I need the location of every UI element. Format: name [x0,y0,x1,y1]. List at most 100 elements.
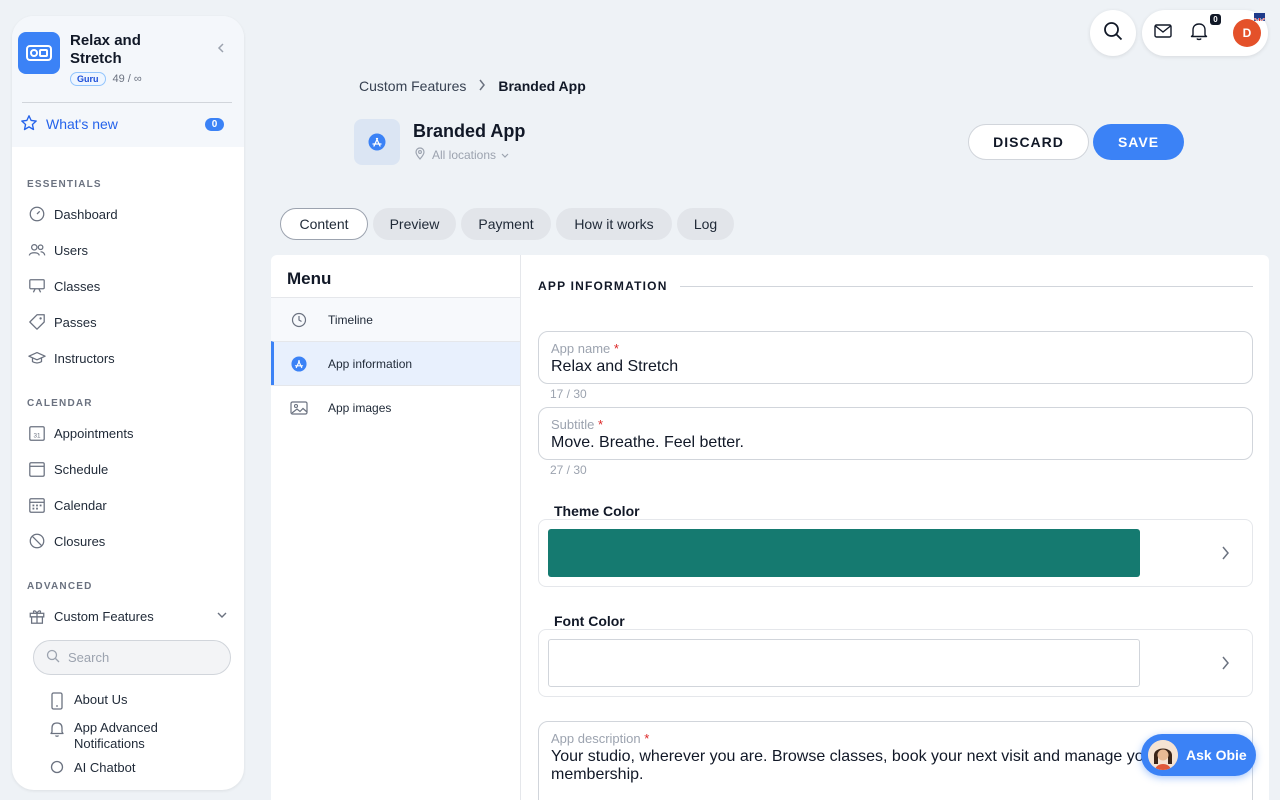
subtitle-field[interactable]: Subtitle * Move. Breathe. Feel better. [538,407,1253,460]
nav-item-appointments[interactable]: 31 Appointments [12,415,244,451]
nav-label: Instructors [54,350,115,366]
location-pin-icon [415,147,425,163]
nav-item-schedule[interactable]: Schedule [12,451,244,487]
app-description-value: Your studio, wherever you are. Browse cl… [551,748,1158,783]
chevron-down-icon [501,148,509,162]
app-name-value: Relax and Stretch [551,358,679,375]
no-entry-icon [27,531,47,551]
gauge-icon [27,204,47,224]
sub-item-app-advanced-notifications[interactable]: App Advanced Notifications [12,720,244,760]
chat-icon [48,760,66,774]
chevron-right-icon [1221,545,1230,566]
sidebar: Relax and Stretch Guru 49 / ∞ What's new… [12,16,244,790]
graduation-cap-icon [27,348,47,368]
discard-button[interactable]: DISCARD [968,124,1089,160]
search-icon [1103,21,1123,46]
required-marker: * [594,417,604,432]
ask-obie-button[interactable]: Ask Obie [1141,734,1256,776]
chevron-down-icon [216,609,228,624]
gift-icon [27,606,47,626]
nav-item-passes[interactable]: Passes [12,304,244,340]
calendar-icon [27,459,47,479]
calendar-31-icon: 31 [27,423,47,443]
menu-item-app-images[interactable]: App images [271,385,520,429]
theme-color-picker[interactable] [538,519,1253,587]
bell-icon [48,720,66,738]
locations-dropdown[interactable]: All locations [415,147,509,163]
locations-label: All locations [432,148,497,162]
tab-content[interactable]: Content [280,208,368,240]
brand-logo-icon [18,32,60,74]
notification-count-badge: 0 [1210,14,1221,25]
font-color-picker[interactable] [538,629,1253,697]
sidebar-search-input[interactable]: Search [33,640,231,675]
sub-item-about-us[interactable]: About Us [12,692,244,720]
app-name-field[interactable]: App name * Relax and Stretch [538,331,1253,384]
menu-item-label: App information [328,356,413,371]
user-avatar[interactable]: D [1233,19,1261,47]
nav-item-instructors[interactable]: Instructors [12,340,244,376]
sub-item-label: About Us [74,692,128,707]
brand-name: Relax and Stretch [70,32,141,67]
theme-color-swatch[interactable] [548,529,1140,577]
nav-label: Calendar [54,497,107,513]
menu-item-timeline[interactable]: Timeline [271,297,520,341]
uk-flag-icon[interactable] [1254,13,1265,21]
menu-item-label: App images [328,400,392,415]
nav-label: Schedule [54,461,109,477]
subtitle-counter: 27 / 30 [550,463,587,477]
whats-new-link[interactable]: What's new 0 [18,103,236,145]
page-title: Branded App [413,121,526,141]
phone-icon [48,692,66,710]
global-search-button[interactable] [1090,10,1136,56]
subtitle-value: Move. Breathe. Feel better. [551,434,744,451]
app-store-icon [354,119,400,165]
section-title: APP INFORMATION [538,279,668,293]
chevron-right-icon [1221,655,1230,676]
users-icon [27,240,47,260]
section-title-calendar: CALENDAR [27,398,93,409]
calendar-grid-icon [27,495,47,515]
subtitle-label: Subtitle [551,417,595,432]
sub-item-ai-chatbot[interactable]: AI Chatbot [12,760,244,780]
mail-icon[interactable] [1154,23,1172,43]
search-placeholder: Search [68,650,110,665]
plan-badge: Guru [70,72,106,86]
tab-log[interactable]: Log [677,208,734,240]
nav-label: Closures [54,533,106,549]
sidebar-header: Relax and Stretch Guru 49 / ∞ What's new… [12,16,244,147]
brand: Relax and Stretch Guru 49 / ∞ [18,32,236,86]
content-panel: Menu Timeline App information App images… [271,255,1269,800]
nav-item-dashboard[interactable]: Dashboard [12,196,244,232]
nav-item-calendar[interactable]: Calendar [12,487,244,523]
section-title-advanced: ADVANCED [27,581,93,592]
tab-preview[interactable]: Preview [373,208,456,240]
section-header: APP INFORMATION [538,279,1269,293]
nav-item-custom-features[interactable]: Custom Features [12,598,244,634]
tab-bar: Content Preview Payment How it works Log [280,208,739,240]
whats-new-label: What's new [46,116,118,132]
font-color-label: Font Color [554,613,625,629]
nav-item-classes[interactable]: Classes [12,268,244,304]
app-name-counter: 17 / 30 [550,387,587,401]
divider [679,285,1253,287]
nav-item-closures[interactable]: Closures [12,523,244,559]
section-title-essentials: ESSENTIALS [27,179,102,190]
section-menu: Menu Timeline App information App images [271,255,521,800]
menu-item-app-information[interactable]: App information [271,341,520,385]
search-icon [46,649,60,666]
font-color-swatch[interactable] [548,639,1140,687]
tag-icon [27,312,47,332]
breadcrumb-parent[interactable]: Custom Features [359,78,466,94]
nav-item-users[interactable]: Users [12,232,244,268]
nav-label: Users [54,242,88,258]
breadcrumb: Custom Features Branded App [359,78,586,94]
tab-payment[interactable]: Payment [461,208,551,240]
plan-usage: 49 / ∞ [112,73,142,85]
collapse-sidebar-icon[interactable] [216,40,226,56]
tab-how-it-works[interactable]: How it works [556,208,672,240]
save-button[interactable]: SAVE [1093,124,1184,160]
sub-item-label: AI Chatbot [74,760,136,775]
bell-icon[interactable] [1190,21,1208,46]
clock-icon [289,312,309,328]
